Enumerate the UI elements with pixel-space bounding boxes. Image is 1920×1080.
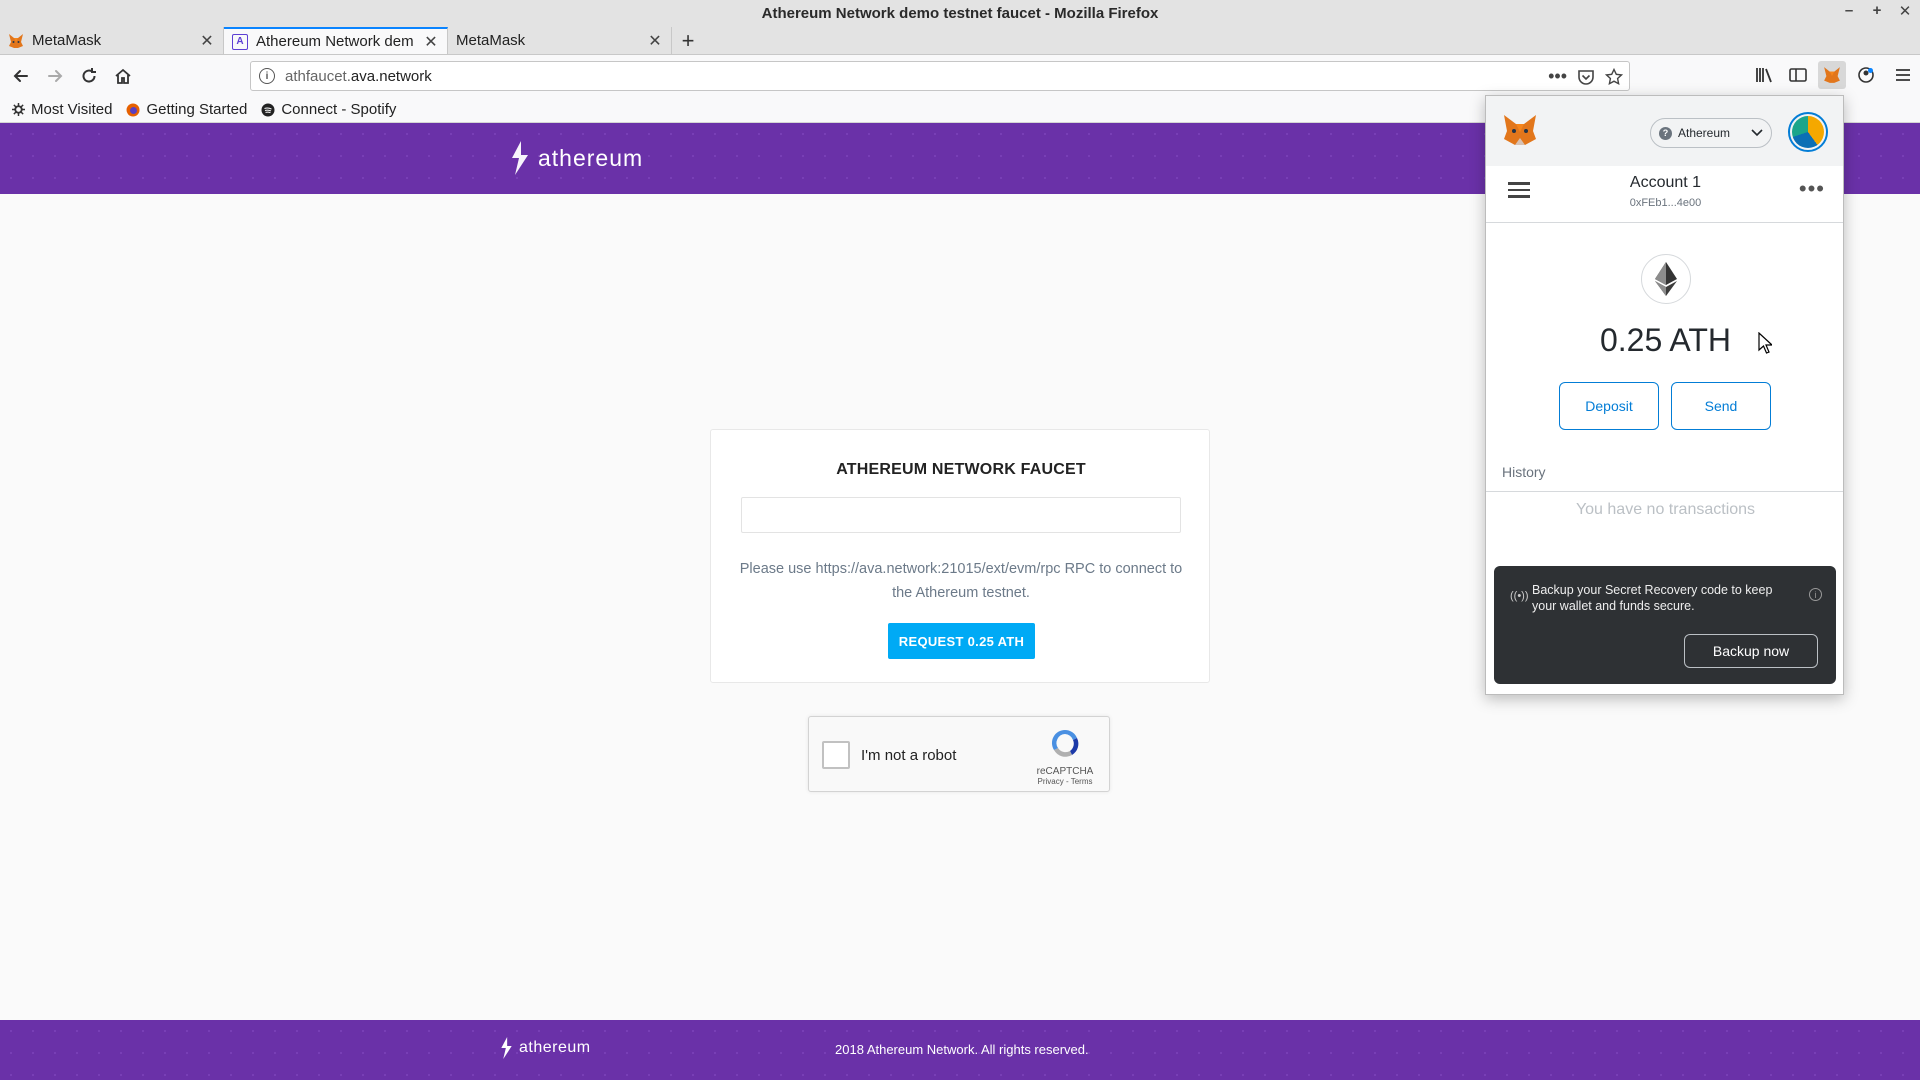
footer-logo[interactable]: athereum: [500, 1036, 591, 1060]
send-button[interactable]: Send: [1671, 382, 1771, 430]
faucet-title: ATHEREUM NETWORK FAUCET: [836, 461, 1086, 478]
athereum-favicon-icon: A: [232, 33, 248, 50]
history-divider: [1486, 491, 1843, 492]
maximize-button[interactable]: +: [1868, 2, 1886, 20]
request-ath-button[interactable]: REQUEST 0.25 ATH: [888, 623, 1035, 659]
tab-label: MetaMask: [456, 32, 526, 49]
tab-close-icon[interactable]: ✕: [423, 32, 439, 52]
account-avatar[interactable]: [1788, 112, 1828, 152]
tab-close-icon[interactable]: ✕: [647, 31, 663, 51]
address-bar[interactable]: i athfaucet.ava.network •••: [250, 61, 1630, 91]
chevron-down-icon: [1751, 129, 1763, 137]
deposit-button[interactable]: Deposit: [1559, 382, 1659, 430]
page-footer: athereum 2018 Athereum Network. All righ…: [0, 1020, 1920, 1080]
hamburger-menu-icon[interactable]: [1886, 61, 1920, 89]
tab-label: MetaMask: [32, 32, 102, 49]
avatar-identicon: [1792, 116, 1824, 148]
footer-copyright: 2018 Athereum Network. All rights reserv…: [835, 1042, 1089, 1057]
faucet-card: ATHEREUM NETWORK FAUCET Please use https…: [710, 429, 1210, 683]
account-address[interactable]: 0xFEb1...4e00: [1486, 197, 1843, 209]
bookmark-label: Connect - Spotify: [281, 101, 397, 118]
backup-now-button[interactable]: Backup now: [1684, 634, 1818, 668]
back-button[interactable]: [6, 61, 36, 91]
broadcast-icon: ((•)): [1510, 590, 1529, 602]
library-icon[interactable]: [1750, 61, 1778, 89]
bookmark-star-icon[interactable]: [1605, 67, 1623, 86]
rpc-note: Please use https://ava.network:21015/ext…: [739, 561, 1183, 601]
account-icon[interactable]: [1852, 61, 1880, 89]
pocket-icon[interactable]: [1577, 68, 1595, 86]
url-subdomain: athfaucet.: [285, 67, 351, 85]
recaptcha-checkbox[interactable]: [822, 741, 850, 769]
recaptcha-widget: I'm not a robot reCAPTCHA Privacy - Term…: [808, 716, 1110, 792]
reload-button[interactable]: [74, 61, 104, 91]
account-bar: Account 1 0xFEb1...4e00 •••: [1486, 166, 1843, 223]
recaptcha-logo: reCAPTCHA Privacy - Terms: [1033, 727, 1097, 786]
athereum-logo[interactable]: athereum: [510, 141, 643, 175]
network-name: Athereum: [1678, 126, 1731, 140]
metamask-fox-icon: [9, 33, 23, 48]
tab-athereum-faucet[interactable]: A Athereum Network dem ✕: [224, 27, 448, 54]
gear-icon: [12, 103, 25, 116]
home-icon: [115, 68, 131, 84]
tab-close-icon[interactable]: ✕: [199, 31, 215, 51]
tab-label: Athereum Network dem: [256, 33, 414, 50]
bookmark-label: Getting Started: [146, 101, 248, 118]
tab-metamask-1[interactable]: MetaMask ✕: [0, 27, 224, 54]
brand-text: athereum: [538, 144, 644, 171]
home-button[interactable]: [108, 61, 138, 91]
ethereum-icon: [1641, 254, 1691, 304]
address-input[interactable]: [741, 497, 1181, 533]
metamask-popup: ? Athereum Account 1 0xFEb1...4e00 ••• 0…: [1485, 95, 1844, 695]
bookmark-getting-started[interactable]: Getting Started: [126, 101, 247, 118]
metamask-header: ? Athereum: [1486, 96, 1843, 166]
new-tab-button[interactable]: +: [672, 27, 704, 54]
close-window-button[interactable]: ✕: [1896, 2, 1914, 20]
url-actions: •••: [1548, 66, 1623, 87]
window-title: Athereum Network demo testnet faucet - M…: [761, 5, 1159, 22]
url-text[interactable]: athfaucet.ava.network: [285, 68, 432, 85]
reload-icon: [82, 68, 96, 83]
account-options-icon[interactable]: •••: [1799, 176, 1825, 202]
metamask-extension-button[interactable]: [1818, 61, 1846, 89]
bookmark-spotify[interactable]: Connect - Spotify: [261, 101, 396, 118]
window-controls: – + ✕: [1840, 2, 1914, 20]
sidebar-icon[interactable]: [1784, 61, 1812, 89]
recaptcha-label: I'm not a robot: [861, 747, 957, 764]
tab-bar: MetaMask ✕ A Athereum Network dem ✕ Meta…: [0, 27, 1920, 55]
site-info-icon[interactable]: i: [259, 68, 275, 84]
footer-brand-text: athereum: [519, 1039, 591, 1056]
metamask-fox-icon: [1824, 67, 1840, 83]
no-transactions-text: You have no transactions: [1575, 501, 1756, 518]
forward-arrow-icon: [48, 70, 63, 82]
url-host: ava.network: [350, 67, 432, 85]
toolbar-right: [1750, 61, 1920, 89]
info-icon[interactable]: i: [1809, 588, 1822, 601]
navigation-toolbar: i athfaucet.ava.network •••: [0, 55, 1920, 97]
mouse-cursor-icon: [1758, 332, 1772, 354]
minimize-button[interactable]: –: [1840, 2, 1858, 20]
forward-button[interactable]: [40, 61, 70, 91]
backup-message: Backup your Secret Recovery code to keep…: [1532, 583, 1773, 613]
window-titlebar: Athereum Network demo testnet faucet - M…: [0, 0, 1920, 27]
spotify-icon: [261, 103, 275, 116]
page-actions-icon[interactable]: •••: [1548, 66, 1567, 87]
bookmark-label: Most Visited: [31, 101, 113, 118]
recaptcha-icon: [1051, 729, 1079, 757]
firefox-icon: [126, 103, 140, 116]
metamask-fox-icon: [1504, 115, 1536, 145]
back-arrow-icon: [13, 70, 28, 82]
tab-metamask-2[interactable]: MetaMask ✕: [448, 27, 672, 54]
recaptcha-terms[interactable]: Privacy - Terms: [1033, 777, 1097, 786]
athereum-bolt-icon: [501, 1036, 512, 1060]
network-status-icon: ?: [1659, 126, 1672, 140]
network-selector[interactable]: ? Athereum: [1650, 118, 1772, 148]
balance-amount: 0.25 ATH: [1599, 322, 1732, 358]
backup-notification: ((•)) Backup your Secret Recovery code t…: [1494, 566, 1836, 684]
account-name[interactable]: Account 1: [1486, 174, 1843, 192]
athereum-bolt-icon: [512, 141, 528, 175]
recaptcha-brand: reCAPTCHA: [1036, 766, 1094, 777]
history-heading: History: [1502, 464, 1546, 480]
bookmark-most-visited[interactable]: Most Visited: [12, 101, 112, 118]
